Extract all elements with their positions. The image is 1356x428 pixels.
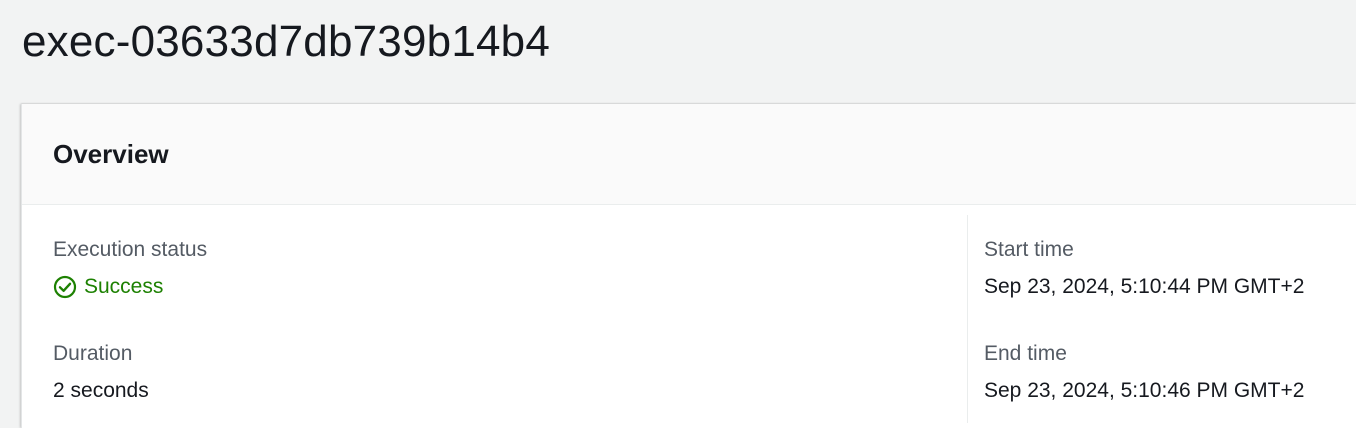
execution-status-field: Execution status Success	[53, 237, 207, 300]
overview-heading: Overview	[53, 139, 169, 169]
execution-status-value: Success	[53, 274, 207, 300]
overview-body: Execution status Success Duration 2 seco…	[22, 205, 1356, 428]
end-time-label: End time	[984, 342, 1067, 365]
duration-field: Duration 2 seconds	[53, 341, 149, 404]
execution-status-text: Success	[84, 275, 164, 298]
end-time-field: End time Sep 23, 2024, 5:10:46 PM GMT+2	[984, 341, 1304, 404]
column-divider	[967, 215, 968, 423]
check-circle-icon	[53, 275, 77, 299]
start-time-field: Start time Sep 23, 2024, 5:10:44 PM GMT+…	[984, 237, 1304, 300]
end-time-value: Sep 23, 2024, 5:10:46 PM GMT+2	[984, 379, 1305, 402]
start-time-value: Sep 23, 2024, 5:10:44 PM GMT+2	[984, 275, 1305, 298]
page-title: exec-03633d7db739b14b4	[22, 17, 550, 66]
start-time-label: Start time	[984, 238, 1074, 261]
duration-label: Duration	[53, 342, 133, 365]
duration-value: 2 seconds	[53, 379, 149, 402]
execution-status-label: Execution status	[53, 238, 208, 261]
overview-panel: Overview Execution status Success Durati…	[21, 104, 1356, 428]
overview-header: Overview	[22, 104, 1356, 205]
